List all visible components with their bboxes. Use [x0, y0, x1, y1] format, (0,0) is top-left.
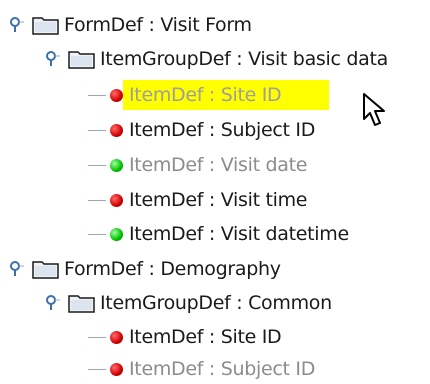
- tree-connector: [88, 129, 106, 131]
- expanded-node-handle-icon[interactable]: [10, 261, 24, 277]
- green-status-dot-icon: [110, 227, 123, 241]
- tree-connector: [88, 164, 106, 166]
- tree-node-label: ItemDef : Visit time: [129, 189, 308, 211]
- tree-node-item-visit-date[interactable]: ItemDef : Visit date: [88, 150, 307, 180]
- red-status-dot-icon: [110, 88, 123, 102]
- red-status-dot-icon: [110, 123, 123, 137]
- mouse-pointer-icon: [362, 92, 388, 133]
- tree-node-item-visit-datetime[interactable]: ItemDef : Visit datetime: [88, 219, 349, 249]
- tree-node-label: ItemGroupDef : Common: [100, 292, 332, 314]
- tree-node-label: ItemDef : Subject ID: [129, 119, 316, 141]
- tree-node-label: ItemDef : Site ID: [129, 326, 282, 348]
- red-status-dot-icon: [110, 362, 123, 376]
- folder-icon: [32, 259, 60, 279]
- expanded-node-handle-icon[interactable]: [10, 17, 24, 33]
- red-status-dot-icon: [110, 330, 123, 344]
- expanded-node-handle-icon[interactable]: [46, 51, 60, 67]
- tree-node-item-subject-id[interactable]: ItemDef : Subject ID: [88, 115, 315, 145]
- tree-connector: [88, 368, 106, 370]
- tree-connector: [88, 199, 106, 201]
- red-status-dot-icon: [110, 193, 123, 207]
- tree-node-item-site-id[interactable]: ItemDef : Site ID: [88, 80, 335, 110]
- tree-connector: [88, 336, 106, 338]
- tree-node-label: FormDef : Visit Form: [64, 14, 252, 36]
- folder-icon: [68, 293, 96, 313]
- tree-connector: [88, 233, 106, 235]
- tree-node-label: ItemDef : Subject ID: [129, 358, 316, 380]
- tree-node-item-subject-id-2[interactable]: ItemDef : Subject ID: [88, 354, 315, 384]
- tree-node-label: ItemGroupDef : Visit basic data: [100, 48, 388, 70]
- tree-node-label: ItemDef : Visit datetime: [129, 223, 349, 245]
- tree-node-item-site-id-2[interactable]: ItemDef : Site ID: [88, 322, 282, 352]
- green-status-dot-icon: [110, 158, 123, 172]
- tree-connector: [88, 94, 106, 96]
- folder-icon: [68, 49, 96, 69]
- tree-node-item-visit-time[interactable]: ItemDef : Visit time: [88, 185, 308, 215]
- tree-view: FormDef : Visit Form ItemGroupDef : Visi…: [0, 0, 430, 381]
- expanded-node-handle-icon[interactable]: [46, 295, 60, 311]
- tree-node-label: ItemDef : Site ID: [123, 80, 330, 110]
- folder-icon: [32, 15, 60, 35]
- tree-node-label: FormDef : Demography: [64, 258, 281, 280]
- tree-node-label: ItemDef : Visit date: [129, 154, 308, 176]
